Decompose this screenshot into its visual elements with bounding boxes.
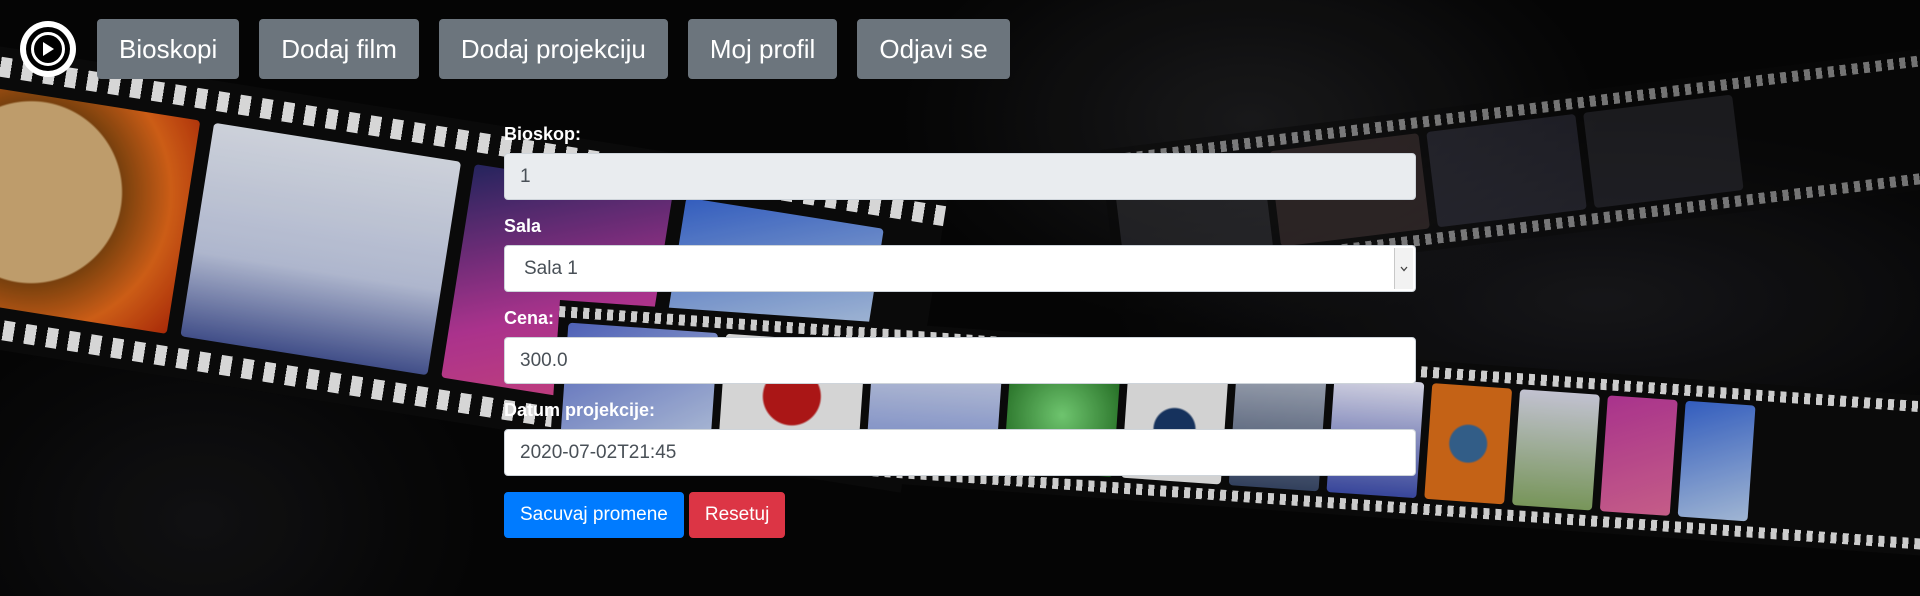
- nav-odjavi-se-button[interactable]: Odjavi se: [857, 19, 1010, 79]
- nav-dodaj-film-button[interactable]: Dodaj film: [259, 19, 419, 79]
- play-circle-icon: [31, 32, 65, 66]
- save-button[interactable]: Sacuvaj promene: [504, 492, 684, 538]
- chevron-down-icon[interactable]: [1394, 248, 1413, 289]
- form-actions: Sacuvaj promene Resetuj: [504, 492, 1416, 538]
- reset-button[interactable]: Resetuj: [688, 492, 786, 538]
- date-label: Datum projekcije:: [504, 400, 656, 420]
- cinema-label: Bioskop:: [504, 124, 582, 144]
- projection-edit-form: Bioskop: 1 Sala Sala 1 Cena: 300.0 Datum…: [504, 124, 1416, 538]
- navbar: Bioskopi Dodaj film Dodaj projekciju Moj…: [20, 19, 1030, 79]
- hall-selected-value: Sala 1: [524, 257, 578, 279]
- price-label: Cena:: [504, 308, 555, 328]
- cinema-field[interactable]: 1: [504, 153, 1416, 200]
- hall-label: Sala: [504, 216, 542, 236]
- nav-moj-profil-button[interactable]: Moj profil: [687, 19, 838, 79]
- hall-select[interactable]: Sala 1: [504, 245, 1416, 292]
- cinema-value: 1: [520, 165, 531, 187]
- price-input[interactable]: 300.0: [504, 337, 1416, 384]
- nav-bioskopi-button[interactable]: Bioskopi: [97, 19, 240, 79]
- price-value: 300.0: [520, 349, 568, 371]
- nav-dodaj-projekciju-button[interactable]: Dodaj projekciju: [438, 19, 668, 79]
- date-input[interactable]: 2020-07-02T21:45: [504, 429, 1416, 476]
- logo[interactable]: [20, 21, 76, 77]
- date-value: 2020-07-02T21:45: [520, 441, 677, 463]
